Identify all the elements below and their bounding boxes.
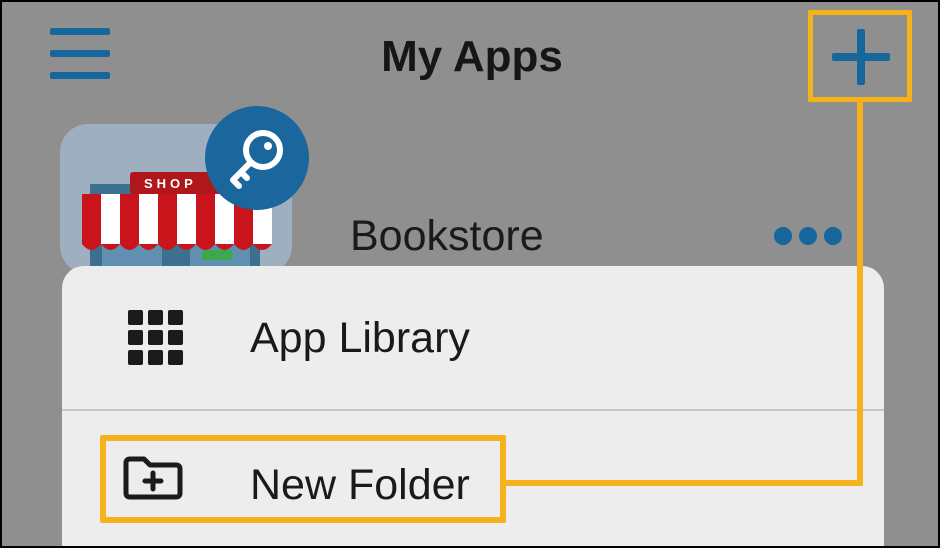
plus-icon — [832, 29, 890, 85]
screenshot-frame: My Apps SHOP Bookstore App Library New F… — [0, 0, 940, 548]
key-icon — [230, 130, 283, 189]
new-folder-highlight — [100, 435, 506, 523]
callout-connector — [502, 480, 863, 486]
page-title: My Apps — [381, 32, 563, 81]
more-dots-icon[interactable] — [773, 226, 843, 246]
grid-icon — [128, 310, 183, 365]
key-badge — [205, 106, 309, 210]
app-name[interactable]: Bookstore — [350, 212, 544, 261]
callout-connector — [857, 102, 863, 486]
add-button[interactable] — [808, 10, 912, 102]
menu-item-label: App Library — [250, 314, 470, 362]
menu-item-app-library[interactable]: App Library — [62, 266, 884, 410]
shop-sign-label: SHOP — [144, 176, 197, 191]
